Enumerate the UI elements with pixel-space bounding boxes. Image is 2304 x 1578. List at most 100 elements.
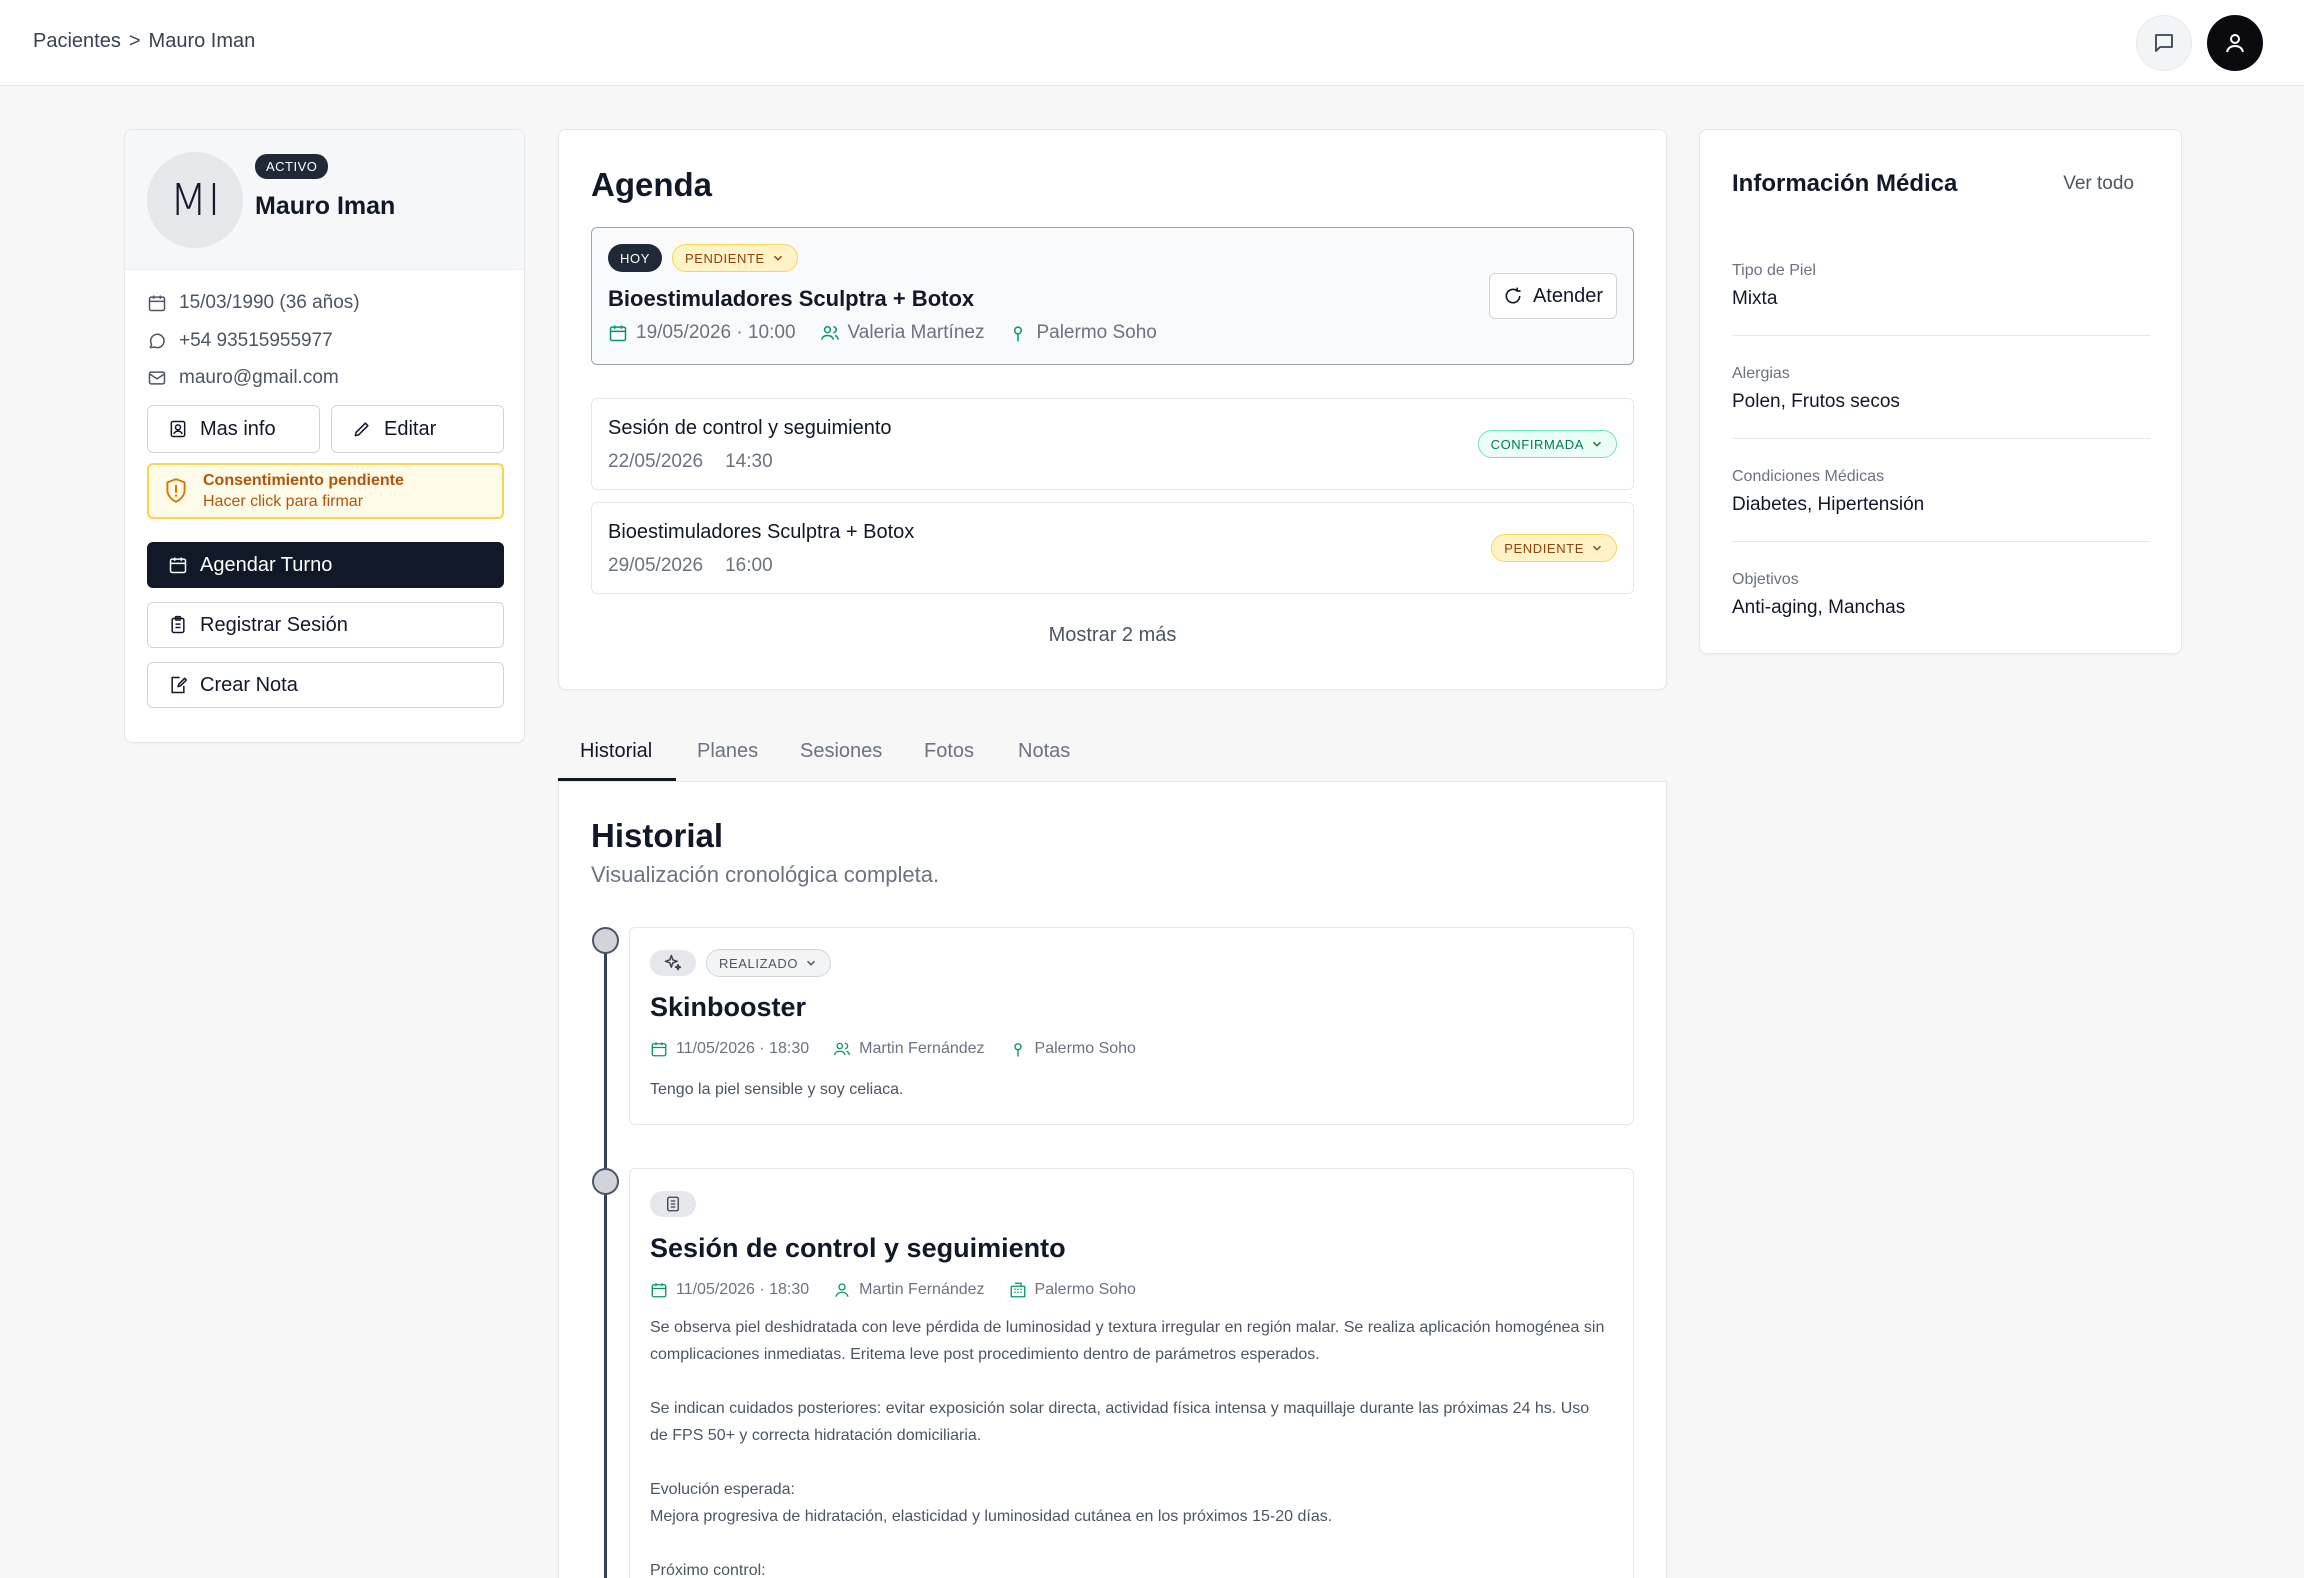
entry-subheading: Próximo control:: [650, 1562, 766, 1578]
history-card: Historial Visualización cronológica comp…: [558, 782, 1667, 1578]
chevron-down-icon: [1592, 545, 1602, 551]
more-info-label: Mas info: [200, 417, 276, 440]
entry-meta: 11/05/2026 · 18:30 Martin Fernández Pale…: [650, 1040, 1160, 1058]
entry-professional: Martin Fernández: [859, 1040, 985, 1057]
list-item[interactable]: Sesión de control y seguimiento 22/05/20…: [591, 398, 1634, 490]
entry-title: Skinbooster: [650, 992, 807, 1022]
skin-type-value: Mixta: [1732, 288, 1778, 309]
more-info-button[interactable]: Mas info: [147, 405, 320, 453]
list-item[interactable]: Bioestimuladores Sculptra + Botox 29/05/…: [591, 502, 1634, 594]
consent-pending-alert[interactable]: Consentimiento pendiente Hacer click par…: [147, 463, 504, 519]
appointment-time: 14:30: [725, 451, 773, 472]
allergies-label: Alergias: [1732, 365, 1790, 382]
appointment-status-dropdown[interactable]: CONFIRMADA: [1477, 430, 1617, 458]
agenda-title: Agenda: [591, 166, 713, 203]
today-status-dropdown[interactable]: PENDIENTE: [671, 244, 798, 272]
goals-value: Anti-aging, Manchas: [1732, 597, 1906, 618]
appointment-time: 16:00: [725, 555, 773, 576]
medical-info-card: Información Médica Ver todo Tipo de Piel…: [1699, 129, 2182, 654]
shield-alert-icon: [166, 478, 186, 503]
history-entry[interactable]: Sesión de control y seguimiento 11/05/20…: [629, 1168, 1634, 1578]
breadcrumb-root[interactable]: Pacientes: [33, 30, 121, 53]
today-appointment[interactable]: HOY PENDIENTE Bioestimuladores Sculptra …: [591, 227, 1634, 365]
note-edit-icon: [171, 676, 188, 694]
today-datetime: 19/05/2026 · 10:00: [636, 322, 796, 343]
mail-icon: [148, 371, 166, 385]
birth-date: 15/03/1990 (36 años): [179, 292, 360, 313]
phone[interactable]: +54 93515955977: [179, 330, 333, 352]
phone-row: +54 93515955977: [147, 330, 333, 352]
view-all-link[interactable]: Ver todo: [2063, 173, 2134, 195]
building-icon: [1010, 1282, 1025, 1298]
breadcrumb-separator: >: [128, 30, 141, 52]
appointment-datetime: 29/05/2026 16:00: [608, 555, 773, 577]
whatsapp-icon: [149, 333, 165, 349]
tab-fotos[interactable]: Fotos: [924, 740, 974, 763]
show-more-button[interactable]: Mostrar 2 más: [559, 624, 1666, 647]
timeline-dot: [592, 927, 619, 954]
messages-button[interactable]: [2136, 15, 2192, 71]
skin-type-item: Tipo de Piel Mixta: [1732, 262, 2150, 310]
appointment-date: 29/05/2026: [608, 555, 704, 576]
divider: [1732, 541, 2150, 542]
attend-label: Atender: [1532, 284, 1603, 307]
conditions-value: Diabetes, Hipertensión: [1732, 494, 1925, 515]
tab-planes[interactable]: Planes: [697, 740, 758, 763]
consent-title: Consentimiento pendiente: [203, 471, 404, 489]
skin-type-label: Tipo de Piel: [1732, 262, 1816, 279]
birth-date-row: 15/03/1990 (36 años): [147, 292, 360, 314]
today-badge: HOY: [608, 244, 662, 272]
appointment-status-label: CONFIRMADA: [1490, 436, 1584, 452]
chevron-down-icon: [1592, 441, 1602, 447]
consent-subtitle: Hacer click para firmar: [203, 492, 364, 510]
entry-datetime: 11/05/2026 · 18:30: [676, 1040, 810, 1057]
entry-location: Palermo Soho: [1034, 1040, 1136, 1057]
email[interactable]: mauro@gmail.com: [179, 367, 339, 389]
entry-status-dropdown[interactable]: REALIZADO: [706, 949, 832, 977]
entry-note: Tengo la piel sensible y soy celiaca.: [650, 1081, 904, 1098]
breadcrumb-current: Mauro Iman: [148, 30, 256, 52]
refresh-icon: [1505, 287, 1521, 304]
calendar-icon: [169, 557, 187, 574]
goals-label: Objetivos: [1732, 571, 1799, 588]
divider: [1732, 335, 2150, 336]
map-pin-icon: [1013, 1043, 1022, 1057]
entry-title: Sesión de control y seguimiento: [650, 1233, 1066, 1263]
goals-item: Objetivos Anti-aging, Manchas: [1732, 571, 2150, 619]
appointment-title: Sesión de control y seguimiento: [608, 417, 892, 439]
tabs: Historial Planes Sesiones Fotos Notas: [558, 723, 1667, 782]
register-session-button[interactable]: Registrar Sesión: [147, 602, 504, 648]
allergies-item: Alergias Polen, Frutos secos: [1732, 365, 2150, 413]
appointment-date: 22/05/2026: [608, 451, 704, 472]
history-entry[interactable]: REALIZADO Skinbooster 11/05/2026 · 18:30…: [629, 927, 1634, 1125]
users-icon: [833, 1042, 851, 1056]
tab-historial[interactable]: Historial: [580, 740, 652, 763]
conditions-item: Condiciones Médicas Diabetes, Hipertensi…: [1732, 468, 2150, 516]
patient-card: MI ACTIVO Mauro Iman 15/03/1990 (36 años…: [124, 129, 525, 743]
schedule-appointment-button[interactable]: Agendar Turno: [147, 542, 504, 588]
entry-status-label: REALIZADO: [719, 955, 799, 971]
timeline-line: [604, 942, 607, 1578]
create-note-button[interactable]: Crear Nota: [147, 662, 504, 708]
create-note-label: Crear Nota: [200, 673, 298, 696]
appointment-title: Bioestimuladores Sculptra + Botox: [608, 521, 915, 543]
schedule-label: Agendar Turno: [200, 553, 333, 576]
email-row: mauro@gmail.com: [147, 367, 339, 389]
today-meta: 19/05/2026 · 10:00 Valeria Martínez Pale…: [608, 322, 1181, 344]
history-subtitle: Visualización cronológica completa.: [591, 862, 940, 887]
calendar-icon: [651, 1283, 667, 1298]
tab-sesiones[interactable]: Sesiones: [800, 740, 882, 763]
user-menu-button[interactable]: [2207, 15, 2263, 71]
pencil-icon: [354, 422, 369, 437]
appointment-status-dropdown[interactable]: PENDIENTE: [1491, 534, 1617, 562]
calendar-icon: [651, 1042, 667, 1057]
clipboard-icon: [171, 615, 185, 634]
edit-button[interactable]: Editar: [331, 405, 504, 453]
medical-info-title: Información Médica: [1732, 170, 1958, 197]
attend-button[interactable]: Atender: [1488, 273, 1617, 319]
entry-meta: 11/05/2026 · 18:30 Martin Fernández Pale…: [650, 1281, 1160, 1299]
tab-notas[interactable]: Notas: [1018, 740, 1070, 763]
patient-header: MI ACTIVO Mauro Iman: [125, 130, 524, 270]
user-icon: [835, 1283, 849, 1297]
today-location: Palermo Soho: [1036, 322, 1157, 343]
